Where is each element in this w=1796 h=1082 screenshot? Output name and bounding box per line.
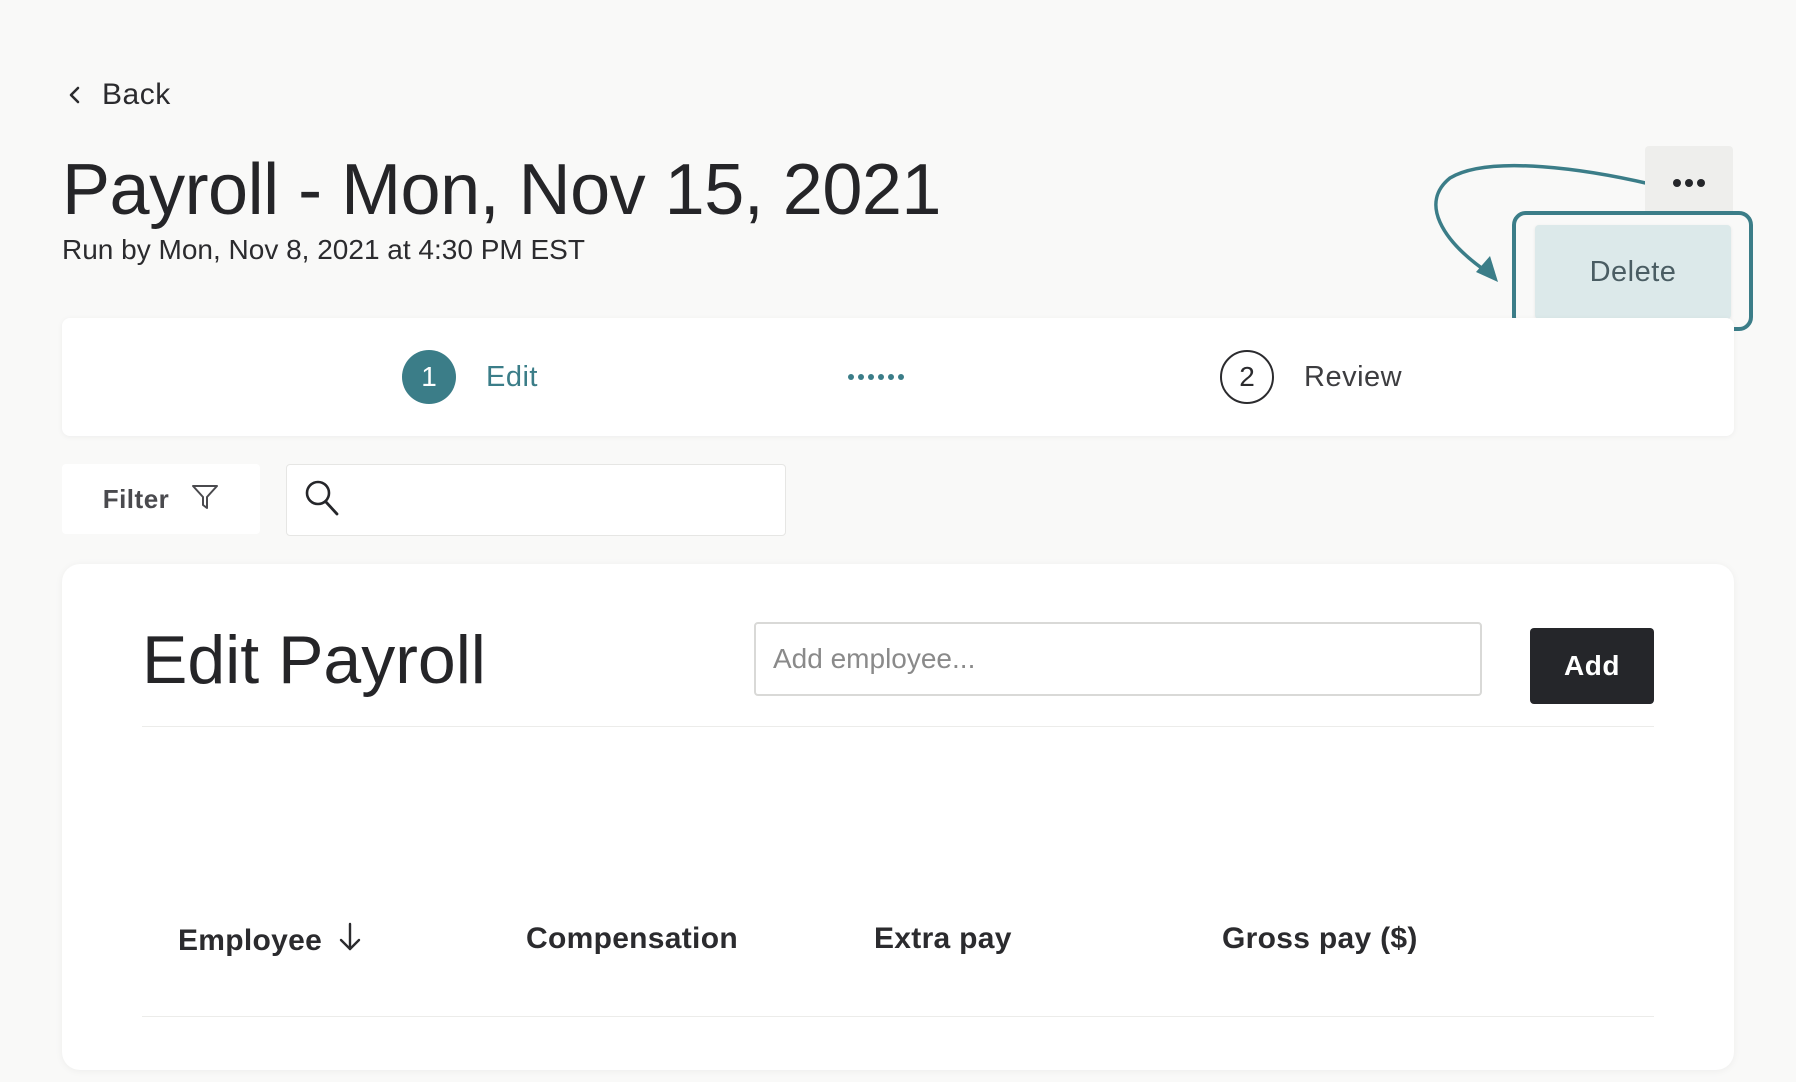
step-number: 2 [1220, 350, 1274, 404]
step-label: Review [1304, 360, 1403, 393]
filter-button[interactable]: Filter [62, 464, 260, 534]
ellipsis-icon [1672, 178, 1706, 188]
funnel-icon [191, 483, 219, 516]
search-box [286, 464, 786, 536]
step-label: Edit [486, 360, 538, 393]
page-title: Payroll - Mon, Nov 15, 2021 [62, 150, 941, 230]
divider [142, 726, 1654, 727]
column-header-employee[interactable]: Employee [178, 922, 362, 960]
column-header-compensation: Compensation [526, 922, 738, 955]
column-header-extra-pay: Extra pay [874, 922, 1012, 955]
back-label: Back [102, 78, 171, 111]
arrow-down-icon [338, 922, 362, 960]
search-icon [304, 479, 340, 522]
more-options-button[interactable] [1645, 146, 1733, 220]
page-subtitle: Run by Mon, Nov 8, 2021 at 4:30 PM EST [62, 234, 585, 265]
progress-stepper: 1 Edit 2 Review [62, 318, 1734, 436]
filter-label: Filter [102, 483, 170, 514]
add-button[interactable]: Add [1530, 628, 1654, 704]
column-header-label: Employee [178, 924, 323, 957]
edit-payroll-card: Edit Payroll Add Employee Compensation E… [62, 564, 1734, 1070]
search-input[interactable] [352, 483, 785, 517]
column-header-gross-pay: Gross pay ($) [1222, 922, 1418, 955]
step-edit[interactable]: 1 Edit [402, 350, 538, 404]
step-connector [848, 374, 904, 380]
add-employee-input[interactable] [754, 622, 1482, 696]
divider [142, 1016, 1654, 1017]
delete-menu-item[interactable]: Delete [1535, 225, 1731, 319]
chevron-left-icon [68, 86, 80, 104]
step-review[interactable]: 2 Review [1220, 350, 1402, 404]
step-number: 1 [402, 350, 456, 404]
back-link[interactable]: Back [68, 78, 171, 112]
card-title: Edit Payroll [142, 622, 486, 698]
